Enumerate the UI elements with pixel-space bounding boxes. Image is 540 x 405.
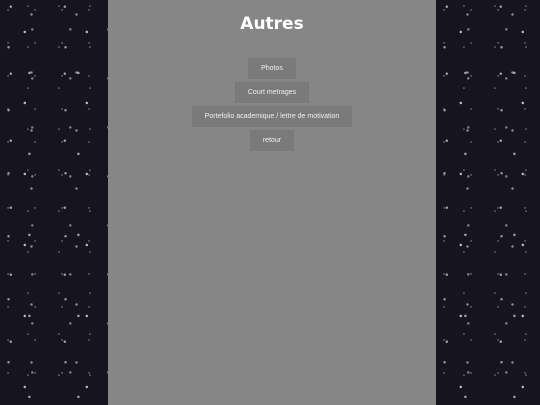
retour-button[interactable]: retour: [249, 130, 295, 151]
starfield-left-background: [0, 0, 108, 405]
photos-button[interactable]: Photos: [248, 58, 296, 79]
link-menu: Photos Court metrages Portefolio academi…: [108, 58, 436, 154]
portfolio-button[interactable]: Portefolio academique / lettre de motiva…: [191, 106, 353, 127]
page-title: Autres: [240, 14, 304, 34]
court-metrages-button[interactable]: Court metrages: [234, 82, 310, 103]
main-content-panel: Autres Photos Court metrages Portefolio …: [108, 0, 436, 405]
starfield-right-background: [436, 0, 540, 405]
